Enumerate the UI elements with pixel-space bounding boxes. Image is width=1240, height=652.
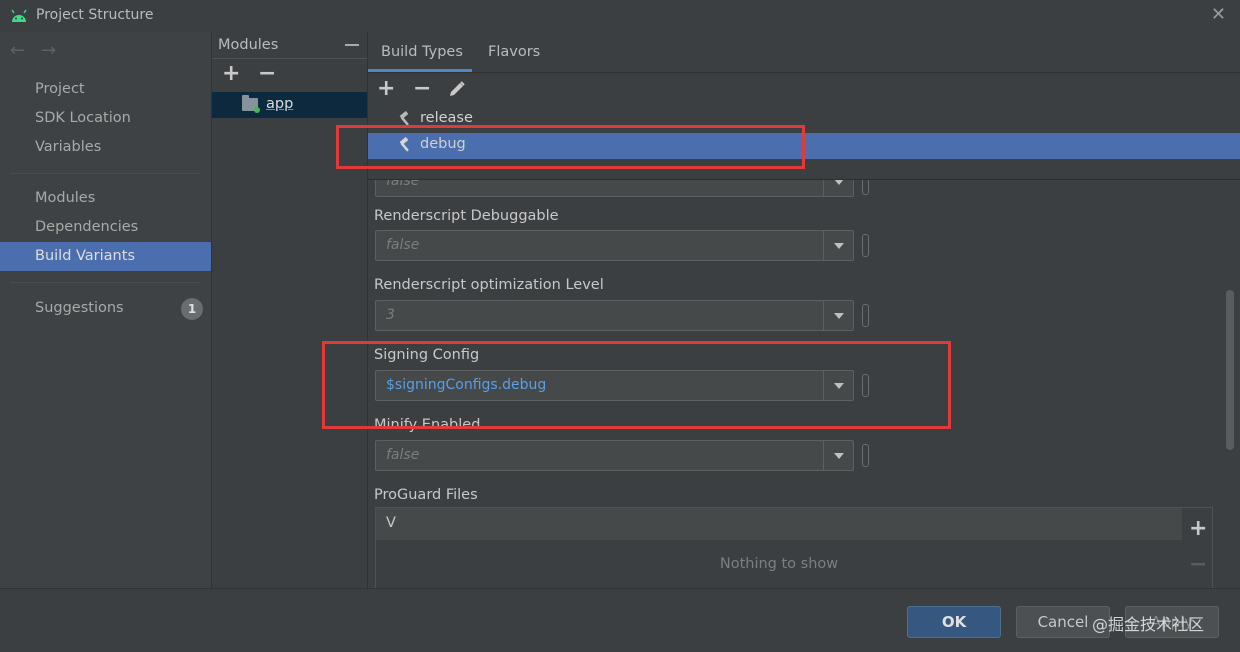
android-icon — [11, 9, 27, 22]
hammer-icon — [399, 111, 409, 126]
nav-item-sdk-location[interactable]: SDK Location — [0, 104, 211, 133]
dropdown-arrow-icon[interactable] — [823, 371, 853, 400]
ok-button[interactable]: OK — [907, 606, 1001, 638]
signing-config-label: Signing Config — [374, 347, 480, 363]
nav-item-build-variants[interactable]: Build Variants — [0, 242, 211, 271]
build-types-list: + − release debug — [368, 73, 1240, 179]
nav-item-variables[interactable]: Variables — [0, 133, 211, 162]
nav-divider — [10, 173, 201, 174]
variable-slot[interactable] — [862, 444, 869, 467]
variable-slot[interactable] — [862, 304, 869, 327]
nav-arrows: ← → — [10, 40, 72, 61]
build-type-item-debug[interactable]: debug — [368, 133, 1240, 159]
empty-state-text: Nothing to show — [719, 556, 839, 572]
variable-slot[interactable] — [862, 234, 869, 257]
module-item-app[interactable]: app — [212, 92, 368, 118]
remove-module-icon[interactable]: − — [258, 63, 276, 85]
close-icon[interactable]: ✕ — [1211, 4, 1226, 25]
build-type-label: release — [420, 110, 473, 126]
module-status-dot — [254, 107, 260, 113]
left-nav: ← → Project SDK Location Variables Module… — [0, 32, 211, 588]
nav-item-dependencies[interactable]: Dependencies — [0, 213, 211, 242]
renderscript-opt-level-combo[interactable]: 3 — [375, 300, 854, 331]
build-type-item-release[interactable]: release — [368, 107, 1240, 133]
dropdown-arrow-icon[interactable] — [823, 441, 853, 470]
signing-config-combo[interactable]: $signingConfigs.debug — [375, 370, 854, 401]
modules-header: Modules — [218, 37, 279, 53]
renderscript-debuggable-combo[interactable]: false — [375, 230, 854, 261]
tab-bar: Build Types Flavors — [368, 32, 1240, 72]
variable-slot[interactable] — [862, 374, 869, 397]
module-label: app — [266, 96, 294, 112]
hammer-icon — [399, 137, 409, 152]
build-type-label: debug — [420, 136, 466, 152]
add-module-icon[interactable]: + — [222, 63, 240, 85]
add-build-type-icon[interactable]: + — [377, 78, 395, 100]
combo-value: false — [386, 180, 420, 189]
remove-build-type-icon[interactable]: − — [413, 78, 431, 100]
add-proguard-file-icon[interactable]: + — [1189, 516, 1207, 541]
nav-item-label: Suggestions — [35, 300, 124, 316]
proguard-files-table: V Nothing to show + − — [375, 507, 1213, 588]
combo-value: false — [386, 237, 420, 253]
minify-enabled-combo[interactable]: false — [375, 440, 854, 471]
partial-combo[interactable]: false — [375, 180, 854, 197]
nav-divider — [10, 282, 201, 283]
modules-panel: Modules + − app — [211, 32, 368, 588]
nav-item-suggestions[interactable]: Suggestions 1 — [0, 294, 211, 323]
vertical-scrollbar[interactable] — [1226, 290, 1234, 450]
forward-arrow-icon[interactable]: → — [41, 40, 56, 61]
suggestions-count-badge: 1 — [181, 298, 203, 320]
dropdown-arrow-icon[interactable] — [823, 301, 853, 330]
dropdown-arrow-icon[interactable] — [823, 231, 853, 260]
minimize-icon[interactable] — [345, 44, 359, 46]
proguard-files-label: ProGuard Files — [374, 487, 478, 503]
combo-value: false — [386, 447, 420, 463]
combo-value: 3 — [386, 307, 395, 323]
dialog-button-bar: OK Cancel Apply @掘金技术社区 — [0, 588, 1240, 652]
tab-flavors[interactable]: Flavors — [488, 44, 540, 60]
remove-proguard-file-icon[interactable]: − — [1189, 552, 1207, 577]
renderscript-debuggable-label: Renderscript Debuggable — [374, 208, 559, 224]
dropdown-arrow-icon[interactable] — [823, 180, 853, 196]
combo-value: $signingConfigs.debug — [386, 377, 547, 393]
variable-slot[interactable] — [862, 180, 869, 195]
title-bar: Project Structure ✕ — [0, 0, 1240, 32]
window-title: Project Structure — [36, 7, 154, 23]
column-header: V — [386, 515, 396, 531]
nav-item-modules[interactable]: Modules — [0, 184, 211, 213]
edit-pencil-icon[interactable] — [448, 80, 466, 98]
back-arrow-icon[interactable]: ← — [10, 40, 25, 61]
build-types-pane: Build Types Flavors + − release debug fa… — [367, 32, 1240, 588]
minify-enabled-label: Minify Enabled — [374, 417, 481, 433]
build-type-properties: false Renderscript Debuggable false Rend… — [368, 180, 1223, 588]
modules-header-divider — [212, 58, 368, 59]
tab-build-types[interactable]: Build Types — [381, 44, 463, 60]
proguard-table-header: V — [376, 508, 1182, 540]
nav-item-project[interactable]: Project — [0, 75, 211, 104]
watermark-text: @掘金技术社区 — [1092, 615, 1205, 634]
renderscript-opt-level-label: Renderscript optimization Level — [374, 277, 604, 293]
